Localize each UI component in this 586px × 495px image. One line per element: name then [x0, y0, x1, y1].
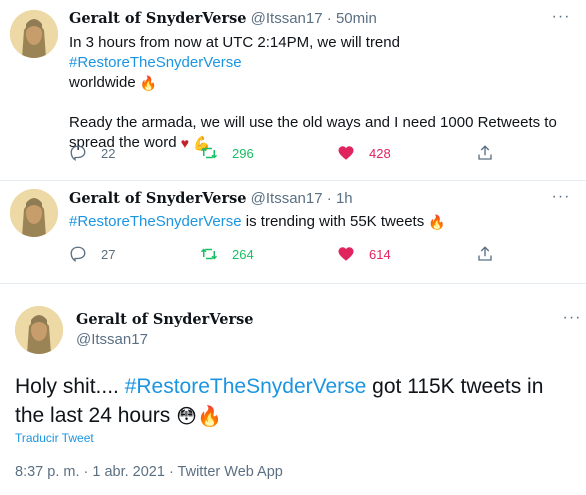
hashtag-link[interactable]: #RestoreTheSnyderVerse	[69, 213, 242, 230]
separator: ·	[326, 190, 332, 207]
retweet-icon	[200, 248, 218, 260]
main-tweet-text-pre: Holy shit....	[15, 375, 125, 398]
author-handle[interactable]: @Itssan17	[76, 331, 148, 348]
author-handle[interactable]: @Itssan17	[251, 10, 323, 27]
tweet-text-line3: Ready the armada, we will use the old wa…	[69, 114, 557, 131]
fire-emoji: 🔥	[196, 406, 222, 428]
tweet-header: Geralt of SnyderVerse @Itssan17 · 1h	[69, 190, 353, 207]
share-button[interactable]	[476, 143, 494, 163]
author-handle[interactable]: @Itssan17	[251, 190, 323, 207]
retweet-icon	[200, 147, 218, 159]
reply-icon	[70, 145, 86, 162]
avatar-portrait-icon	[15, 306, 63, 354]
avatar[interactable]	[10, 10, 58, 58]
tweet-text-line1: In 3 hours from now at UTC 2:14PM, we wi…	[69, 34, 400, 51]
tweet-text: In 3 hours from now at UTC 2:14PM, we wi…	[69, 33, 574, 153]
heart-icon	[338, 247, 354, 261]
retweet-count: 296	[232, 145, 254, 161]
like-button[interactable]: 614	[337, 244, 391, 264]
reply-button[interactable]: 22	[69, 143, 115, 163]
share-button[interactable]	[476, 244, 494, 264]
tweet-actions: 22 296 428	[69, 143, 499, 163]
reply-count: 22	[101, 145, 116, 161]
hashtag-link[interactable]: #RestoreTheSnyderVerse	[125, 375, 367, 398]
tweet-text-line2: worldwide	[69, 74, 136, 91]
main-tweet-text-line2: the last 24 hours	[15, 404, 177, 427]
tweet-text: #RestoreTheSnyderVerse is trending with …	[69, 212, 574, 232]
avatar[interactable]	[10, 189, 58, 237]
tweet-1[interactable]: Geralt of SnyderVerse @Itssan17 · 50min …	[0, 0, 586, 180]
fire-emoji: 🔥	[428, 214, 446, 230]
retweet-button[interactable]: 296	[200, 143, 254, 163]
more-options-icon[interactable]: ···	[559, 310, 585, 331]
share-icon	[478, 246, 492, 261]
more-options-icon[interactable]: ···	[548, 9, 574, 30]
tweet-timestamp[interactable]: 8:37 p. m. · 1 abr. 2021 · Twitter Web A…	[15, 464, 283, 480]
hashtag-link[interactable]: #RestoreTheSnyderVerse	[69, 54, 242, 71]
main-tweet-text-post: got 115K tweets in	[366, 375, 544, 398]
main-tweet-text: Holy shit.... #RestoreTheSnyderVerse got…	[15, 372, 575, 432]
avatar-portrait-icon	[10, 10, 58, 58]
fire-emoji: 🔥	[139, 75, 158, 91]
like-button[interactable]: 428	[337, 143, 391, 163]
heart-icon	[338, 146, 354, 160]
reply-icon	[70, 246, 86, 263]
like-count: 614	[369, 246, 391, 262]
avatar-portrait-icon	[10, 189, 58, 237]
share-icon	[478, 145, 492, 160]
separator: ·	[326, 10, 332, 27]
tweet-header: Geralt of SnyderVerse @Itssan17 · 50min	[69, 10, 377, 27]
tweet-time[interactable]: 50min	[336, 10, 377, 27]
author-name[interactable]: Geralt of SnyderVerse	[76, 311, 253, 328]
like-count: 428	[369, 145, 391, 161]
translate-tweet-link[interactable]: Traducir Tweet	[15, 431, 94, 445]
reply-button[interactable]: 27	[69, 244, 115, 264]
reply-count: 27	[101, 246, 116, 262]
more-options-icon[interactable]: ···	[548, 189, 574, 210]
tweet-text-body: is trending with 55K tweets	[241, 213, 425, 230]
avatar[interactable]	[15, 306, 63, 354]
tweet-2[interactable]: Geralt of SnyderVerse @Itssan17 · 1h ···…	[0, 181, 586, 283]
retweet-count: 264	[232, 246, 254, 262]
retweet-button[interactable]: 264	[200, 244, 254, 264]
flushed-face-emoji: 😳	[176, 406, 197, 428]
author-name[interactable]: Geralt of SnyderVerse	[69, 10, 246, 27]
author-name[interactable]: Geralt of SnyderVerse	[69, 190, 246, 207]
tweet-actions: 27 264 614	[69, 244, 499, 264]
tweet-time[interactable]: 1h	[336, 190, 353, 207]
